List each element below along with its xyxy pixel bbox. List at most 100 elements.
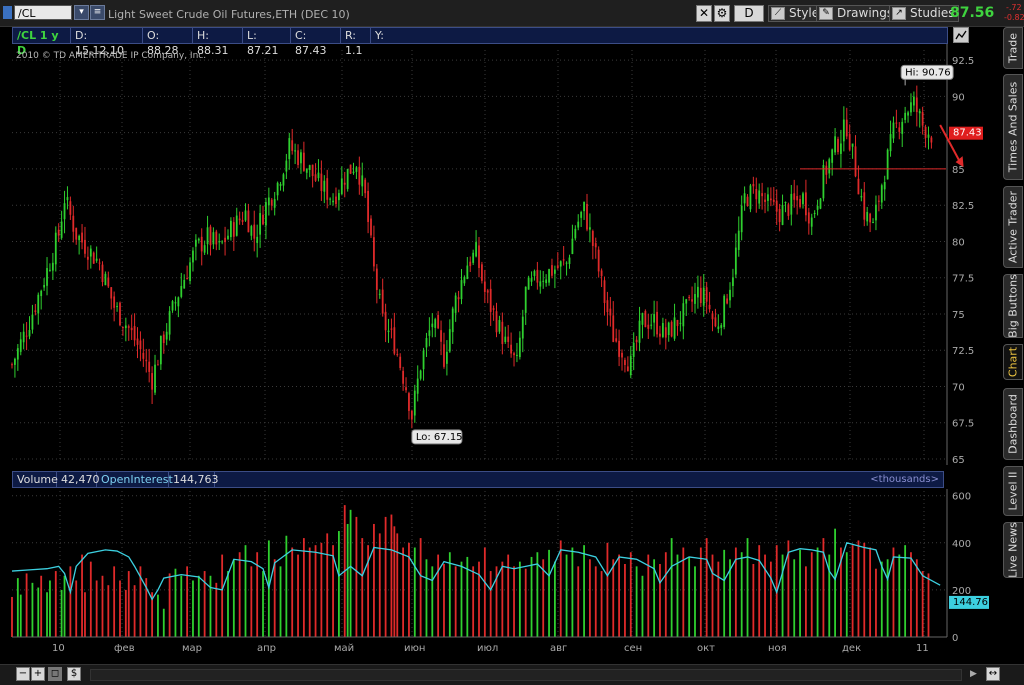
right-tab-big-buttons[interactable]: Big Buttons (1003, 274, 1023, 338)
open-interest-label[interactable]: OpenInterest (97, 472, 173, 487)
volume-bar (49, 580, 51, 637)
candle-body (37, 294, 40, 314)
candle-body (615, 338, 618, 342)
time-axis: 10 фев мар апр май июн июл авг сен окт ноя дек 11 (52, 643, 929, 654)
volume-bar (927, 573, 930, 637)
studies-button[interactable]: ↗ Studies (889, 5, 959, 22)
candle-body (288, 138, 291, 160)
zoom-in-icon[interactable]: + (31, 667, 45, 681)
candle-body (241, 220, 244, 222)
right-tab-live-news[interactable]: Live News (1003, 522, 1023, 578)
candle-body (915, 97, 918, 113)
candle-body (542, 280, 545, 282)
info-close: C: 87.43 (291, 28, 341, 57)
candle-body (583, 201, 585, 212)
period-button[interactable]: D (734, 5, 764, 22)
volume-bar (413, 547, 416, 637)
volume-bar (373, 523, 375, 637)
right-tab-times-and-sales[interactable]: Times And Sales (1003, 74, 1023, 180)
chart-symbol-label[interactable]: /CL 1 y D (13, 28, 71, 57)
volume-bar (624, 564, 626, 637)
zoom-out-icon[interactable]: − (16, 667, 30, 681)
candle-body (11, 364, 13, 366)
right-tab-dashboard[interactable]: Dashboard (1003, 388, 1023, 460)
volume-bar (11, 596, 13, 637)
drawings-button[interactable]: ✎ Drawings (816, 5, 898, 22)
candle-body (845, 119, 848, 137)
volume-bar (31, 582, 34, 637)
candle-body (802, 193, 804, 205)
price-tick-label: 77.5 (952, 274, 974, 285)
price-mode-icon[interactable]: $ (67, 667, 81, 681)
volume-tick-label: 600 (952, 492, 971, 503)
volume-bar (600, 571, 603, 637)
volume-chart[interactable]: 600 400 200 0 10 фев мар апр май июн июл авг сен окт… (0, 489, 1000, 664)
expand-icon[interactable]: ↔ (986, 667, 1000, 681)
candle-body (466, 265, 469, 280)
candle-body (402, 370, 405, 384)
info-date: D: 15.12.10 (71, 28, 143, 57)
right-tab-level-ii[interactable]: Level II (1003, 466, 1023, 516)
candle-body (708, 304, 711, 310)
candle-body (539, 281, 542, 287)
candle-body (40, 290, 43, 297)
volume-bar (291, 547, 294, 637)
symbol-dropdown-icon[interactable]: ▾ (74, 5, 89, 20)
units-label: <thousands> (870, 474, 939, 485)
candle-body (912, 96, 915, 106)
candle-body (910, 102, 912, 113)
studies-label: Studies (910, 6, 955, 20)
candle-body (624, 359, 626, 366)
volume-bar (384, 516, 387, 637)
candle-body (51, 262, 54, 271)
current-price-tag: 87.43 (949, 126, 983, 140)
volume-bar (89, 561, 92, 637)
drawings-label: Drawings (837, 6, 894, 20)
style-label: Style (789, 6, 820, 20)
scroll-right-icon[interactable]: ▶ (970, 669, 977, 679)
drag-mode-icon[interactable]: ◻ (48, 667, 62, 681)
candle-body (591, 231, 594, 246)
candle-body (238, 218, 241, 221)
candle-body (428, 330, 431, 336)
volume-bar (799, 549, 801, 637)
volume-bar (443, 564, 445, 637)
symbol-input[interactable]: /CL (14, 5, 72, 20)
candle-body (119, 302, 121, 326)
time-tick-label: окт (697, 643, 715, 654)
volume-value: 42,470 (57, 472, 100, 487)
candle-body (139, 340, 142, 350)
candle-body (877, 200, 880, 202)
right-tab-active-trader[interactable]: Active Trader (1003, 186, 1023, 268)
horizontal-scrollbar[interactable] (90, 669, 962, 681)
volume-bar (124, 589, 127, 637)
chart-grid-icon[interactable] (953, 27, 969, 43)
volume-bar (16, 578, 19, 637)
volume-bar (805, 566, 807, 637)
candle-body (457, 297, 460, 300)
candle-body (784, 201, 787, 203)
candle-body (653, 314, 656, 323)
candle-body (157, 364, 159, 366)
style-button[interactable]: ⟋ Style (768, 5, 824, 22)
volume-bar (425, 559, 428, 637)
volume-bar (273, 559, 276, 637)
ohlc-info-bar: /CL 1 y D D: 15.12.10 O: 88.28 H: 88.31 … (12, 27, 948, 57)
right-tab-chart[interactable]: Chart (1003, 344, 1023, 380)
candle-body (151, 373, 153, 390)
volume-bar (898, 554, 901, 637)
price-chart[interactable]: 92.59087.58582.58077.57572.57067.565 Hi:… (0, 44, 1000, 466)
candle-body (162, 334, 165, 344)
symbol-lookup-icon[interactable]: ≡ (90, 5, 105, 20)
volume-bar (227, 571, 229, 637)
right-tab-trade[interactable]: Trade (1003, 27, 1023, 69)
candle-body (597, 249, 600, 272)
volume-bar (448, 552, 451, 637)
link-group-icon[interactable] (3, 6, 12, 19)
info-range: R: 1.1 (341, 28, 371, 57)
tools-icon[interactable]: ✕ (696, 5, 712, 22)
candle-body (159, 335, 162, 365)
settings-icon[interactable]: ⚙ (714, 5, 730, 22)
volume-bar (119, 580, 121, 637)
candle-body (419, 370, 422, 379)
